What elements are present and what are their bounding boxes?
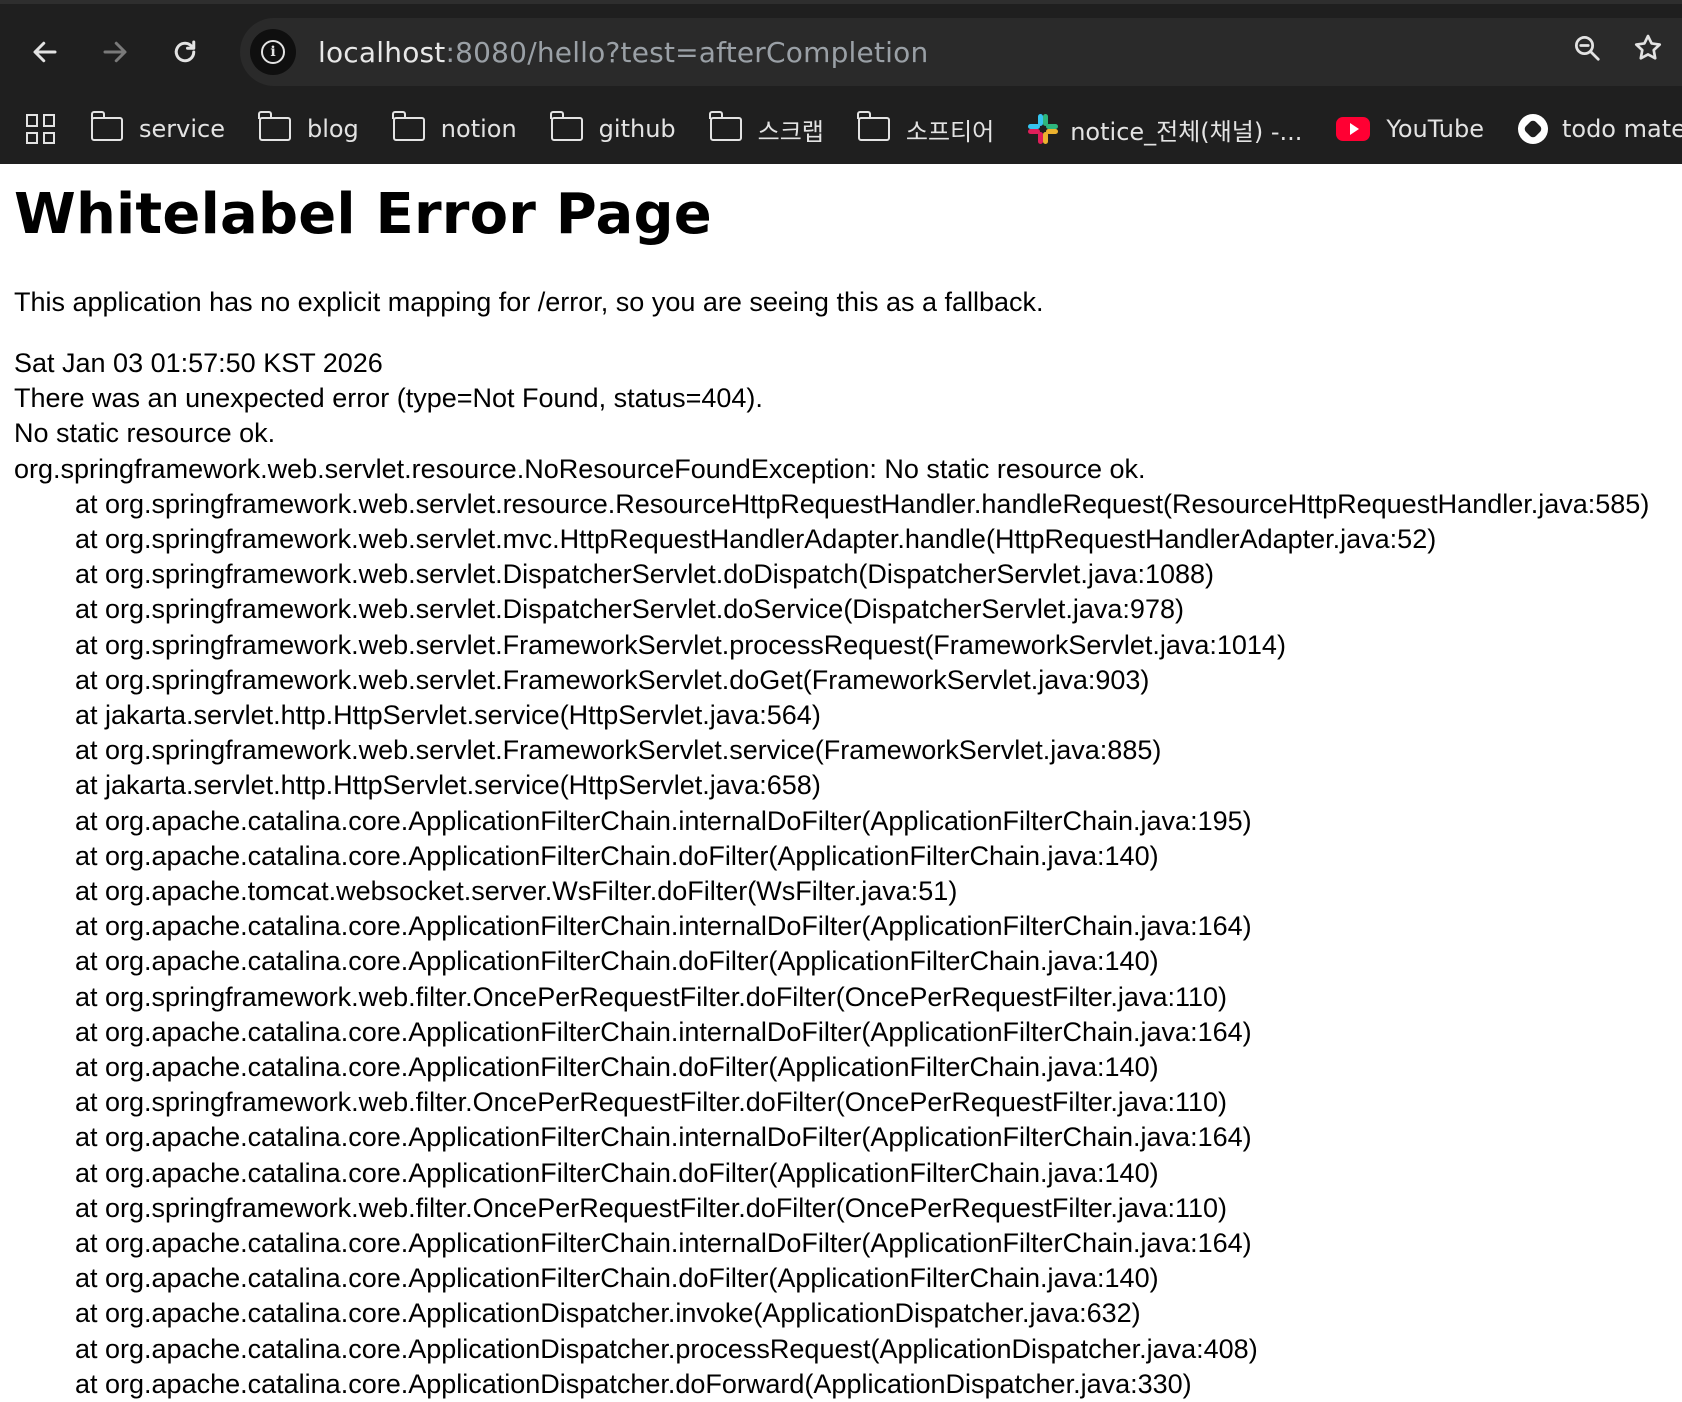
todo-mate-icon (1517, 114, 1548, 144)
bookmark-notion[interactable]: notion (392, 111, 517, 143)
stack-trace-line: at org.apache.catalina.core.ApplicationF… (75, 911, 1252, 942)
arrow-right-icon (103, 41, 127, 63)
stack-trace-line: at jakarta.servlet.http.HttpServlet.serv… (75, 770, 821, 801)
folder-icon (550, 111, 583, 141)
stack-trace-line: at org.apache.catalina.core.ApplicationF… (75, 840, 1159, 871)
stack-trace-line: at org.apache.catalina.core.ApplicationF… (75, 1122, 1252, 1153)
browser-chrome: i localhost:8080/hello?test=afterComplet… (0, 0, 1682, 164)
reload-button[interactable] (150, 17, 220, 87)
bookmark-scrap[interactable]: 스크랩 (709, 111, 824, 147)
page-content: Whitelabel Error Page This application h… (0, 164, 1682, 1402)
stack-trace-line: at org.springframework.web.filter.OncePe… (75, 1192, 1227, 1223)
omnibox-actions (1572, 18, 1664, 86)
folder-icon (392, 111, 425, 141)
address-bar[interactable]: i localhost:8080/hello?test=afterComplet… (240, 18, 1682, 86)
bookmark-label: github (598, 115, 676, 143)
apps-grid-icon[interactable] (26, 114, 55, 144)
stack-trace-line: at org.apache.catalina.core.ApplicationF… (75, 1016, 1252, 1047)
stack-trace-line: at org.springframework.web.servlet.mvc.H… (75, 524, 1437, 555)
url-path: :8080/hello?test=afterCompletion (445, 35, 929, 69)
stack-trace-line: at org.apache.catalina.core.ApplicationF… (75, 946, 1159, 977)
stack-trace-line: at org.apache.catalina.core.ApplicationD… (75, 1298, 1141, 1329)
info-icon: i (261, 40, 285, 64)
stack-trace-line: at org.springframework.web.servlet.Frame… (75, 735, 1162, 766)
arrow-left-icon (33, 41, 57, 63)
page-description: This application has no explicit mapping… (14, 287, 1044, 317)
error-message: No static resource ok. (14, 418, 276, 449)
exception-line: org.springframework.web.servlet.resource… (14, 453, 1146, 484)
stack-trace-line: at org.apache.catalina.core.ApplicationF… (75, 805, 1252, 836)
bookmark-label: 소프티어 (905, 117, 995, 146)
stack-trace-line: at org.springframework.web.servlet.resou… (75, 488, 1650, 519)
bookmark-label: blog (306, 115, 359, 143)
stack-trace-line: at org.springframework.web.servlet.Dispa… (75, 594, 1184, 625)
bookmark-star-icon[interactable] (1632, 32, 1664, 72)
stack-trace-line: at org.apache.catalina.core.ApplicationF… (75, 1052, 1159, 1083)
error-details: Sat Jan 03 01:57:50 KST 2026 There was an… (14, 346, 1682, 1402)
bookmark-blog[interactable]: blog (258, 111, 359, 143)
bookmark-todo-mate[interactable]: todo mate (1517, 114, 1682, 144)
stack-trace-line: at org.springframework.web.servlet.Dispa… (75, 559, 1214, 590)
error-timestamp: Sat Jan 03 01:57:50 KST 2026 (14, 348, 383, 378)
bookmark-label: service (139, 115, 225, 143)
bookmark-label: todo mate (1561, 115, 1682, 143)
error-status-line: There was an unexpected error (type=Not … (14, 383, 763, 414)
bookmark-youtube[interactable]: YouTube (1336, 115, 1484, 143)
youtube-icon (1336, 117, 1371, 141)
slack-icon (1028, 114, 1059, 144)
bookmark-label: notice_전체(채널) -... (1070, 117, 1303, 146)
stack-trace-line: at org.apache.catalina.core.ApplicationF… (75, 1157, 1159, 1188)
folder-icon (709, 111, 742, 141)
folder-icon (258, 111, 291, 141)
folder-icon (857, 111, 890, 141)
reload-icon (174, 40, 196, 63)
forward-button[interactable] (80, 17, 150, 87)
stack-trace-line: at org.apache.tomcat.websocket.server.Ws… (75, 876, 958, 907)
bookmark-service[interactable]: service (90, 111, 225, 143)
stack-trace-line: at org.springframework.web.filter.OncePe… (75, 981, 1227, 1012)
bookmarks-bar: service blog notion github 스크랩 소프티어 noti… (0, 98, 1682, 160)
stack-trace-line: at org.apache.catalina.core.ApplicationD… (75, 1368, 1192, 1399)
stack-trace-line: at org.apache.catalina.core.ApplicationF… (75, 1228, 1252, 1259)
page-title: Whitelabel Error Page (14, 182, 712, 247)
stack-trace-line: at org.apache.catalina.core.ApplicationF… (75, 1263, 1159, 1294)
stack-trace-line: at org.springframework.web.filter.OncePe… (75, 1087, 1227, 1118)
url-text[interactable]: localhost:8080/hello?test=afterCompletio… (318, 36, 928, 69)
folder-icon (90, 111, 123, 141)
stack-trace-line: at org.apache.catalina.core.ApplicationD… (75, 1333, 1258, 1364)
bookmark-label: YouTube (1386, 115, 1484, 143)
bookmark-slack-notice[interactable]: notice_전체(채널) -... (1028, 112, 1302, 147)
stack-trace-line: at org.springframework.web.servlet.Frame… (75, 629, 1286, 660)
bookmark-label: notion (440, 115, 517, 143)
back-button[interactable] (10, 17, 80, 87)
bookmark-github[interactable]: github (550, 111, 676, 143)
browser-toolbar: i localhost:8080/hello?test=afterComplet… (0, 12, 1682, 92)
stack-trace-line: at org.springframework.web.servlet.Frame… (75, 664, 1150, 695)
bookmark-softeer[interactable]: 소프티어 (857, 111, 995, 147)
url-host: localhost (318, 35, 446, 69)
stack-trace-line: at jakarta.servlet.http.HttpServlet.serv… (75, 700, 821, 731)
zoom-icon[interactable] (1572, 33, 1602, 71)
stack-trace: at org.springframework.web.servlet.resou… (14, 487, 1682, 1402)
site-info-button[interactable]: i (250, 29, 296, 75)
bookmark-label: 스크랩 (757, 117, 824, 146)
